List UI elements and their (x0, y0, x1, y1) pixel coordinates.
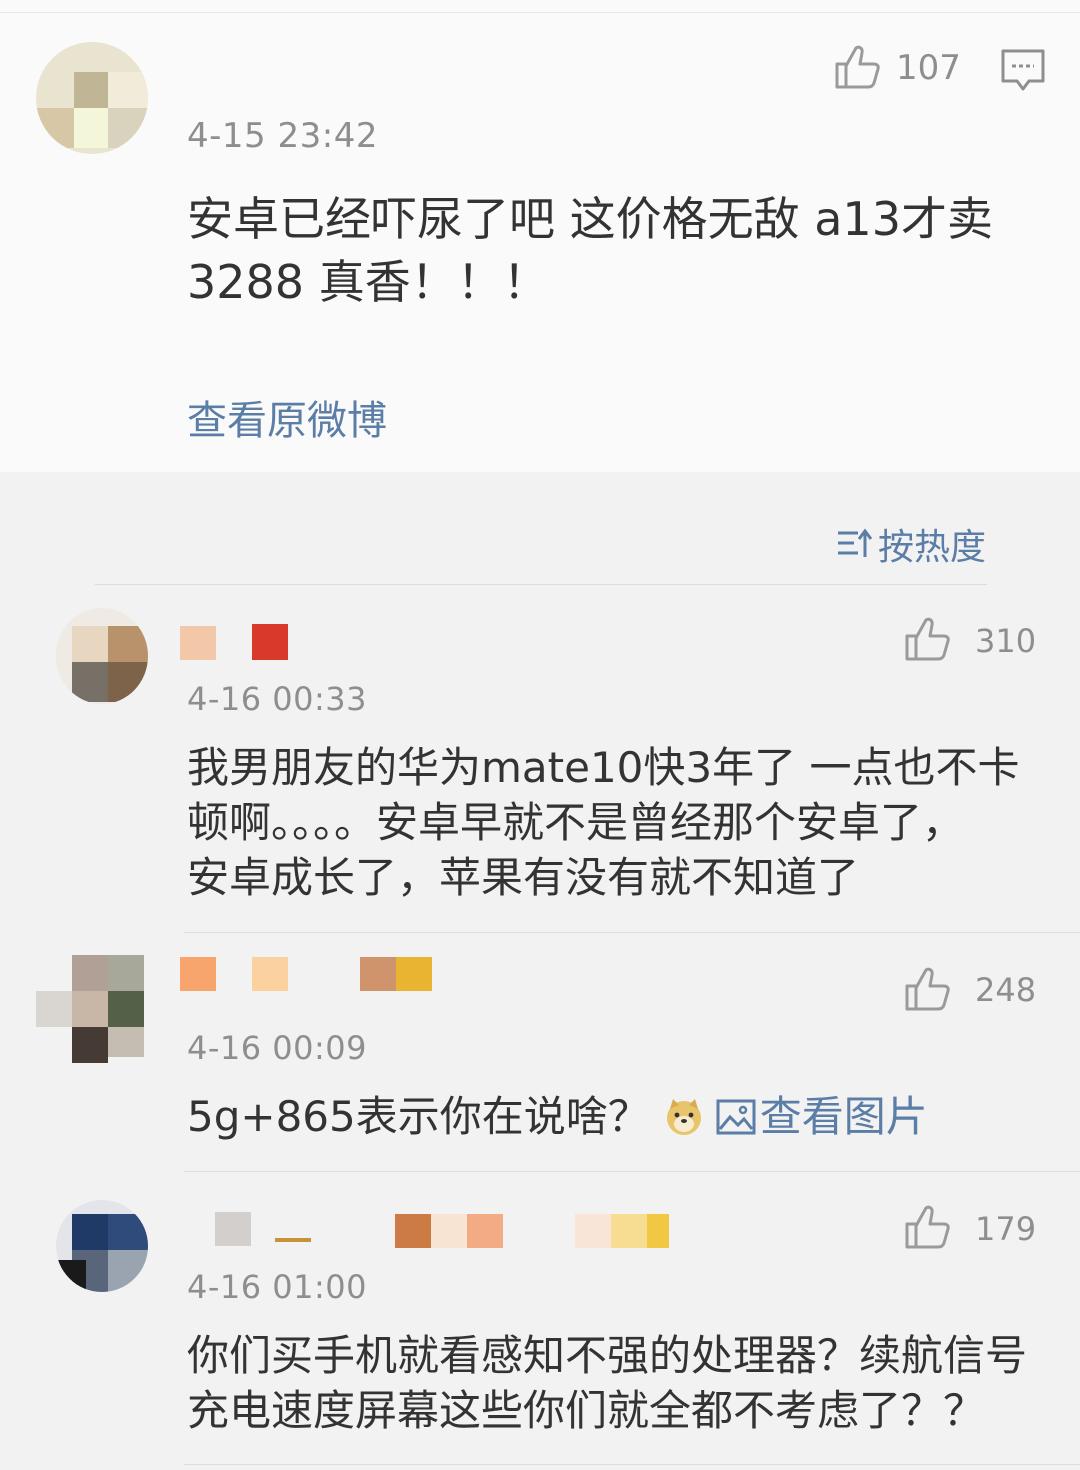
divider (184, 1171, 1080, 1172)
view-image-link[interactable]: 查看图片 (716, 1089, 928, 1145)
comment-text-line: 顿啊。。。。安卓早就不是曾经那个安卓了， (187, 798, 965, 847)
comment-time: 4-16 01:00 (187, 1268, 368, 1306)
post-text-line: 安卓已经吓尿了吧 这价格无敌 a13才卖 (187, 192, 993, 246)
username[interactable] (180, 624, 290, 662)
comment-time: 4-16 00:09 (187, 1029, 368, 1067)
like-count: 248 (975, 971, 1037, 1009)
username[interactable] (215, 1212, 675, 1250)
like-icon[interactable] (834, 44, 882, 90)
comment-text-content: 5g+865表示你在说啥？ (187, 1092, 650, 1141)
post-text-line: 3288 真香！！！ (187, 255, 549, 309)
comment-text-line: 安卓成长了，苹果有没有就不知道了 (187, 853, 860, 902)
divider (95, 584, 987, 585)
like-count: 179 (975, 1210, 1037, 1248)
comment-text-line: 我男朋友的华为mate10快3年了 一点也不卡 (187, 743, 1020, 792)
avatar[interactable] (56, 1200, 148, 1292)
image-icon (716, 1099, 756, 1135)
comment-text-line: 充电速度屏幕这些你们就全都不考虑了？？ (187, 1386, 986, 1435)
view-image-label: 查看图片 (759, 1092, 928, 1141)
like-count: 107 (896, 48, 961, 88)
like-icon[interactable] (904, 1204, 952, 1250)
username[interactable] (180, 955, 440, 993)
divider (0, 12, 1080, 13)
post-time: 4-15 23:42 (187, 116, 378, 156)
comment-text-line: 你们买手机就看感知不强的处理器？续航信号 (187, 1331, 1028, 1380)
view-original-link[interactable]: 查看原微博 (187, 388, 387, 446)
sort-label: 按热度 (878, 527, 987, 568)
sort-button[interactable]: 按热度 (836, 518, 986, 570)
comment-icon[interactable] (1000, 48, 1046, 92)
doge-emoji-icon (664, 1097, 704, 1137)
sort-icon (836, 527, 872, 561)
divider (184, 1464, 1080, 1465)
like-icon[interactable] (904, 616, 952, 662)
avatar[interactable] (36, 42, 148, 154)
avatar[interactable] (36, 955, 148, 1065)
avatar[interactable] (56, 608, 148, 704)
like-icon[interactable] (904, 966, 952, 1012)
comment-text: 5g+865表示你在说啥？ 查看图片 (187, 1089, 928, 1145)
comment-time: 4-16 00:33 (187, 680, 368, 718)
divider (184, 932, 1080, 933)
like-count: 310 (975, 622, 1037, 660)
